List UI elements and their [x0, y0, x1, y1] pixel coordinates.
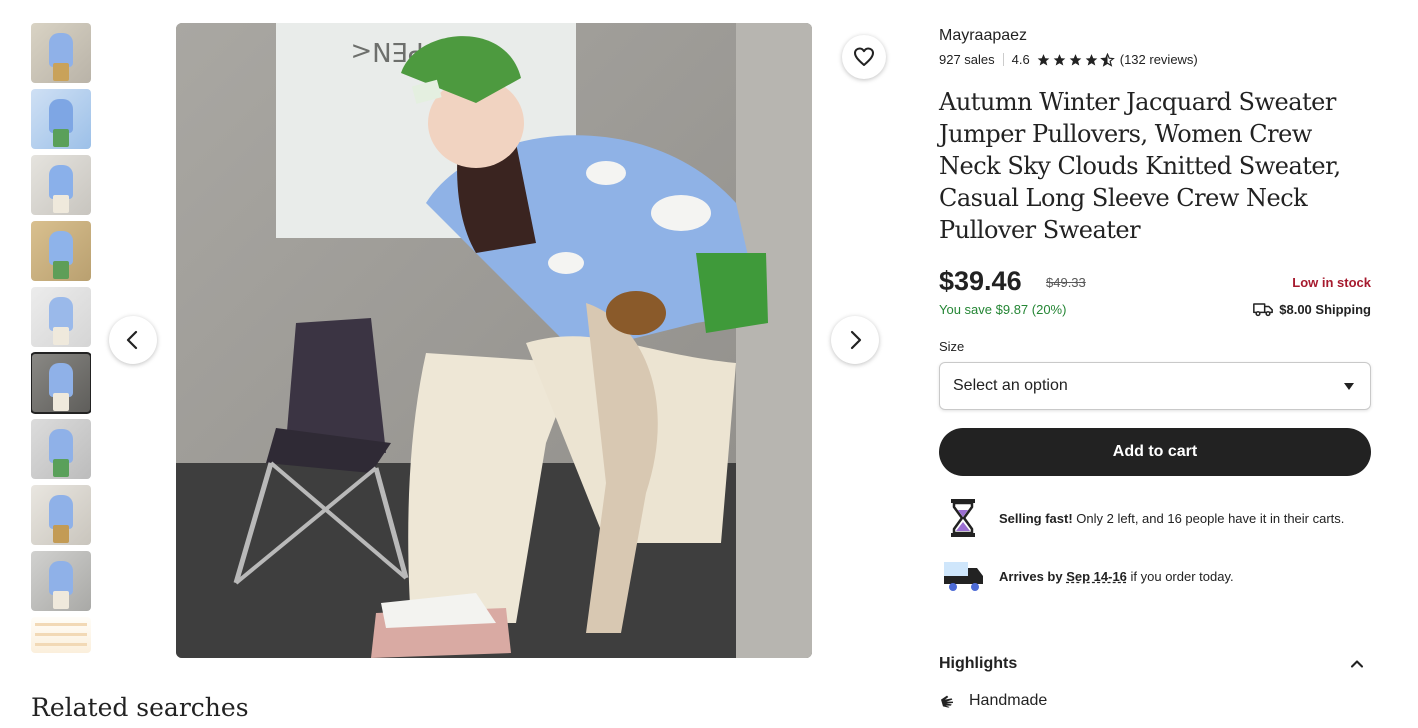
chevron-up-icon [1350, 660, 1364, 668]
size-label: Size [939, 339, 965, 354]
thumbnail[interactable] [31, 89, 91, 149]
arrival-notice: Arrives by Sep 14-16 if you order today. [939, 558, 1234, 594]
star-icon [1069, 53, 1082, 66]
stock-status: Low in stock [1292, 275, 1371, 290]
add-to-cart-button[interactable]: Add to cart [939, 428, 1371, 476]
hand-icon [941, 695, 953, 708]
star-icon [1037, 53, 1050, 66]
thumbnail[interactable] [31, 155, 91, 215]
size-select[interactable]: Select an option [939, 362, 1371, 410]
selling-fast-text: Only 2 left, and 16 people have it in th… [1072, 510, 1345, 526]
sales-count: 927 sales [939, 52, 995, 67]
highlight-item-label: Handmade [969, 692, 1048, 709]
product-title: Autumn Winter Jacquard Sweater Jumper Pu… [939, 88, 1341, 244]
star-icon [1053, 53, 1066, 66]
selling-fast-notice: Selling fast! Only 2 left, and 16 people… [939, 498, 1344, 538]
size-selected-value: Select an option [953, 377, 1068, 394]
next-image-button[interactable] [831, 316, 879, 364]
review-count-link[interactable]: (132 reviews) [1120, 52, 1198, 67]
caret-down-icon [1344, 383, 1354, 390]
previous-image-button[interactable] [109, 316, 157, 364]
thumbnail[interactable] [31, 221, 91, 281]
star-half-icon [1099, 52, 1115, 67]
thumbnail[interactable] [31, 23, 91, 83]
rating-value: 4.6 [1011, 52, 1030, 67]
shop-name-link[interactable]: Mayraapaez [939, 27, 1027, 45]
arrives-label: Arrives by [999, 568, 1067, 584]
hourglass-icon [939, 498, 987, 538]
highlights-toggle[interactable]: Highlights [939, 654, 1371, 674]
thumbnail-selected[interactable] [31, 352, 91, 414]
original-price: $49.33 [1046, 275, 1086, 290]
thumbnail-strip [31, 23, 91, 657]
highlight-item: Handmade [939, 692, 1047, 710]
star-icon [1085, 53, 1098, 66]
chevron-right-icon [850, 330, 862, 350]
divider [1002, 53, 1004, 66]
shipping-info: $8.00 Shipping [1253, 301, 1371, 317]
arrival-date-link[interactable]: Sep 14-16 [1066, 569, 1127, 584]
shipping-text: $8.00 Shipping [1279, 301, 1371, 317]
highlights-heading: Highlights [939, 655, 1018, 672]
chevron-left-icon [126, 330, 138, 350]
star-rating [1036, 52, 1116, 67]
thumbnail[interactable] [31, 551, 91, 611]
delivery-truck-icon [939, 558, 987, 594]
current-price: $39.46 [939, 266, 1022, 296]
related-searches-heading: Related searches [31, 693, 249, 722]
thumbnail[interactable] [31, 287, 91, 347]
delivery-truck-icon [1253, 303, 1274, 317]
savings-text: You save $9.87 (20%) [939, 302, 1067, 317]
favorite-button[interactable] [842, 35, 886, 79]
heart-icon [854, 47, 874, 66]
thumbnail[interactable] [31, 419, 91, 479]
thumbnail[interactable] [31, 485, 91, 545]
arrives-text: if you order today. [1126, 568, 1234, 584]
thumbnail[interactable] [31, 617, 91, 653]
shop-meta: 927 sales 4.6 (132 reviews) [939, 52, 1198, 67]
product-main-image: >OPEN< [176, 23, 812, 658]
selling-fast-label: Selling fast! [999, 510, 1073, 526]
